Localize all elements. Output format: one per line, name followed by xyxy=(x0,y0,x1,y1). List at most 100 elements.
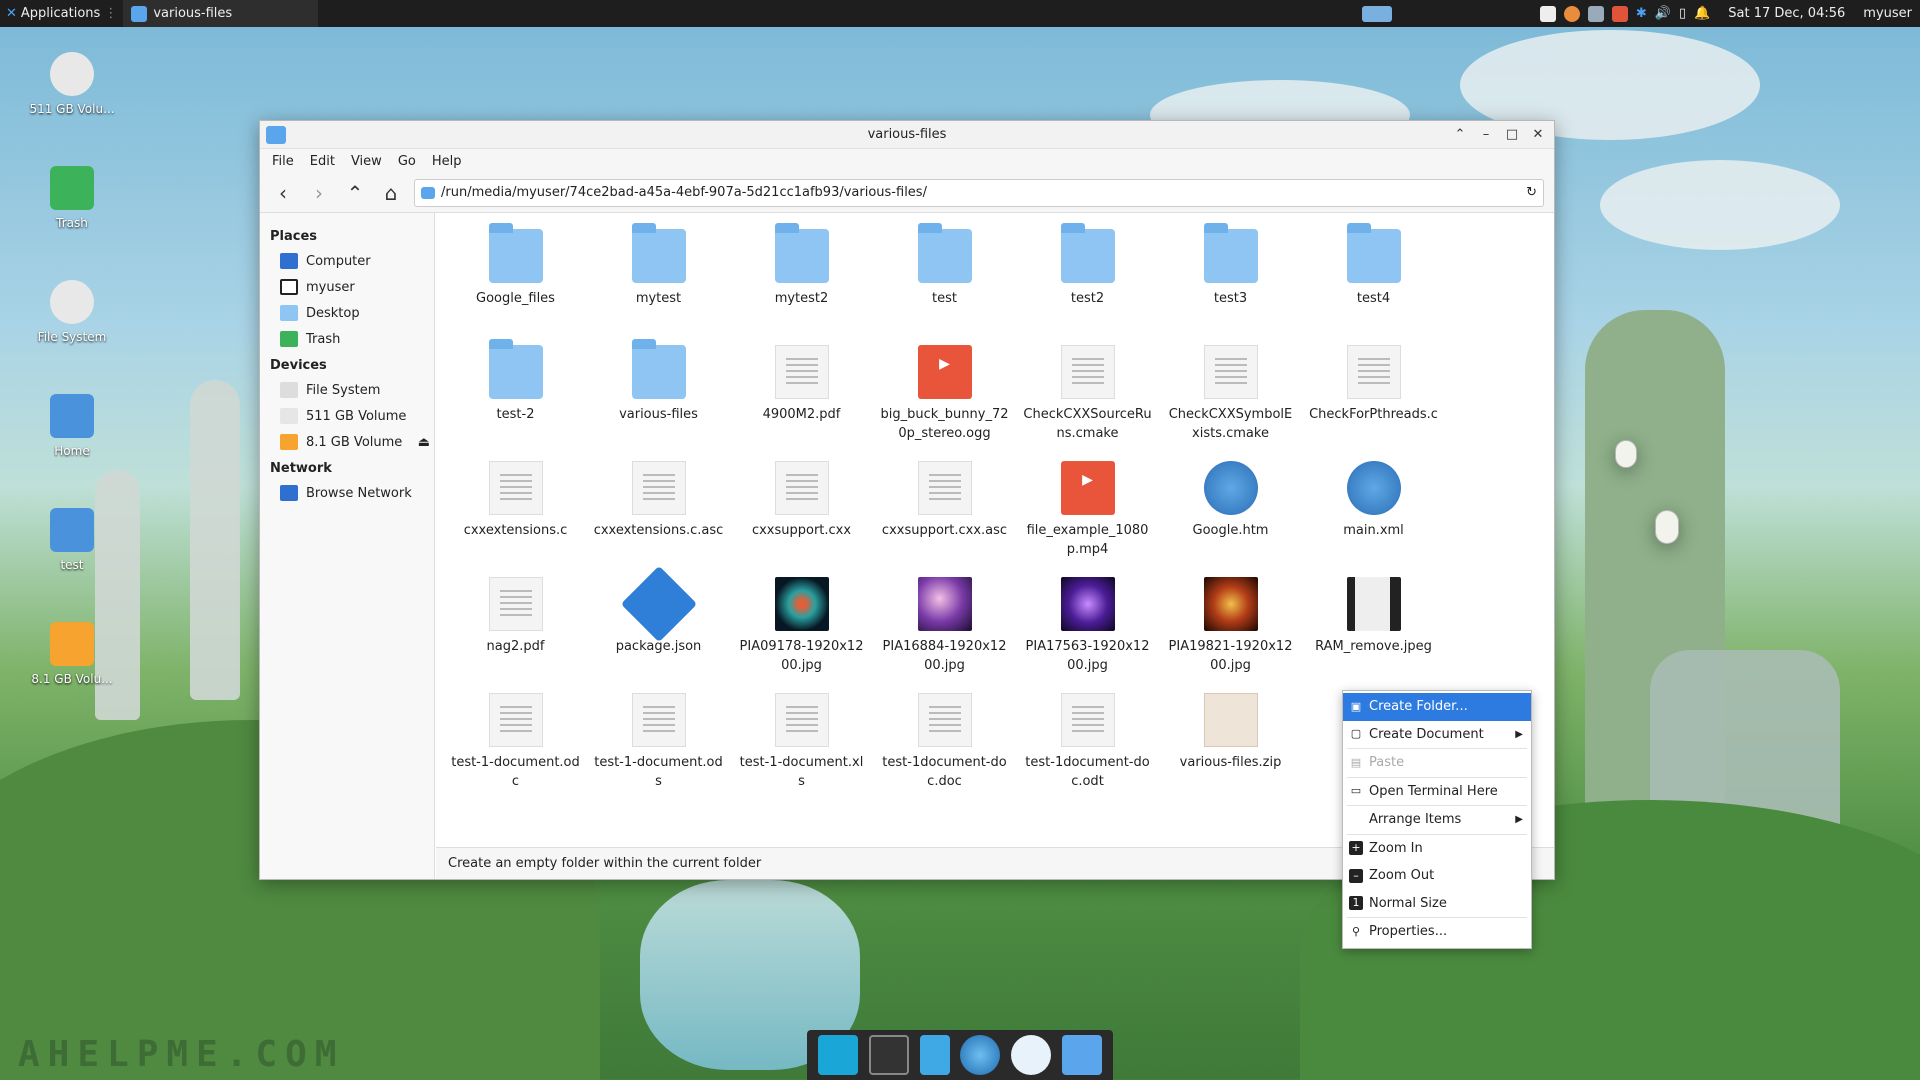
file-item[interactable]: cxxsupport.cxx.asc xyxy=(873,453,1016,569)
desktop-icon-8gb[interactable]: 8.1 GB Volu... xyxy=(22,622,122,686)
home-icon[interactable]: ⌂ xyxy=(378,180,404,206)
file-item[interactable]: package.json xyxy=(587,565,730,685)
file-item[interactable]: nag2.pdf xyxy=(444,569,587,685)
menu-go[interactable]: Go xyxy=(398,154,416,169)
desktop-icon-home[interactable]: Home xyxy=(22,394,122,458)
document-icon xyxy=(774,693,829,747)
file-item[interactable]: test-1document-doc.doc xyxy=(873,685,1016,801)
file-item[interactable]: PIA16884-1920x1200.jpg xyxy=(873,569,1016,685)
clipboard-icon[interactable] xyxy=(1539,5,1556,22)
file-item[interactable]: cxxsupport.cxx xyxy=(730,453,873,569)
file-item[interactable]: various-files.zip xyxy=(1159,685,1302,801)
network-heading: Network xyxy=(270,461,332,476)
menu-item-create-folder[interactable]: ▣ Create Folder... xyxy=(1343,693,1531,721)
menu-view[interactable]: View xyxy=(351,154,382,169)
up-icon[interactable]: ⌃ xyxy=(342,180,368,206)
network-icon[interactable] xyxy=(1587,5,1604,22)
file-item[interactable]: cxxextensions.c xyxy=(444,453,587,569)
reload-icon[interactable]: ↻ xyxy=(1526,185,1537,200)
desktop-icon-test[interactable]: test xyxy=(22,508,122,572)
forward-icon[interactable]: › xyxy=(306,180,332,206)
shade-button[interactable]: ⌃ xyxy=(1452,127,1468,142)
image-thumbnail xyxy=(1203,577,1258,631)
file-item[interactable]: 4900M2.pdf xyxy=(730,337,873,453)
folder-icon xyxy=(917,223,972,283)
desktop-icon-filesystem[interactable]: File System xyxy=(22,280,122,344)
location-bar[interactable]: /run/media/myuser/74ce2bad-a45a-4ebf-907… xyxy=(414,178,1544,207)
eject-icon[interactable]: ⏏ xyxy=(418,435,430,450)
file-item[interactable]: test2 xyxy=(1016,221,1159,337)
bluetooth-icon[interactable]: ✱ xyxy=(1636,6,1647,21)
sidebar-item-computer[interactable]: Computer xyxy=(270,248,434,274)
update-icon[interactable] xyxy=(1563,5,1580,22)
desktop-icon-511gb[interactable]: 511 GB Volu... xyxy=(22,52,122,116)
sidebar-item-8gb[interactable]: 8.1 GB Volume ⏏ xyxy=(270,429,434,455)
file-item[interactable]: CheckCXXSourceRuns.cmake xyxy=(1016,337,1159,453)
sidebar-item-browse-network[interactable]: Browse Network xyxy=(270,480,434,506)
file-item[interactable]: main.xml xyxy=(1302,453,1445,569)
file-item[interactable]: Google.htm xyxy=(1159,453,1302,569)
sidebar-item-trash[interactable]: Trash xyxy=(270,326,434,352)
document-icon xyxy=(1060,693,1115,747)
file-item[interactable]: mytest xyxy=(587,221,730,337)
file-item[interactable]: file_example_1080p.mp4 xyxy=(1016,453,1159,569)
menu-item-zoom-out[interactable]: – Zoom Out xyxy=(1343,862,1531,890)
volume-icon[interactable]: 🔊 xyxy=(1655,6,1671,21)
menu-item-properties[interactable]: ⚲ Properties... xyxy=(1343,918,1531,946)
file-item[interactable]: big_buck_bunny_720p_stereo.ogg xyxy=(873,337,1016,453)
menu-item-normal-size[interactable]: 1 Normal Size xyxy=(1343,890,1531,918)
maximize-button[interactable]: □ xyxy=(1504,127,1520,142)
menu-item-arrange-items[interactable]: Arrange Items ▶ xyxy=(1343,806,1531,834)
sidebar-item-511gb[interactable]: 511 GB Volume xyxy=(270,403,434,429)
back-icon[interactable]: ‹ xyxy=(270,180,296,206)
desktop-icon-trash[interactable]: Trash xyxy=(22,166,122,230)
menu-file[interactable]: File xyxy=(272,154,294,169)
sidebar-item-filesystem[interactable]: File System xyxy=(270,377,434,403)
applications-menu[interactable]: ✕ Applications ⋮ xyxy=(0,0,123,27)
menu-help[interactable]: Help xyxy=(432,154,462,169)
file-item[interactable]: RAM_remove.jpeg xyxy=(1302,569,1445,685)
taskbar-button-various-files[interactable]: various-files xyxy=(123,0,319,27)
menu-item-open-terminal[interactable]: ▭ Open Terminal Here xyxy=(1343,778,1531,806)
menu-edit[interactable]: Edit xyxy=(310,154,335,169)
file-item[interactable]: test-1document-doc.odt xyxy=(1016,685,1159,801)
file-item[interactable]: test-1-document.ods xyxy=(587,685,730,801)
app-finder-icon[interactable] xyxy=(1010,1035,1051,1075)
workspace-switcher-icon[interactable] xyxy=(1361,5,1392,22)
menu-item-paste[interactable]: ▤ Paste xyxy=(1343,749,1531,777)
file-item[interactable]: test-2 xyxy=(444,337,587,453)
clock[interactable]: Sat 17 Dec, 04:56 xyxy=(1728,6,1845,21)
file-item[interactable]: various-files xyxy=(587,337,730,453)
file-item[interactable]: cxxextensions.c.asc xyxy=(587,453,730,569)
terminal-icon[interactable] xyxy=(868,1035,909,1075)
web-browser-icon[interactable] xyxy=(960,1035,1001,1075)
minimize-button[interactable]: – xyxy=(1478,127,1494,142)
file-item[interactable]: mytest2 xyxy=(730,221,873,337)
file-item[interactable]: CheckCXXSymbolExists.cmake xyxy=(1159,337,1302,453)
file-manager-icon[interactable] xyxy=(919,1035,950,1075)
user-menu[interactable]: myuser xyxy=(1863,6,1912,21)
file-item[interactable]: test-1-document.odc xyxy=(444,685,587,801)
file-item[interactable]: test3 xyxy=(1159,221,1302,337)
menu-item-zoom-in[interactable]: + Zoom In xyxy=(1343,835,1531,863)
sidebar-item-myuser[interactable]: myuser xyxy=(270,274,434,300)
folder-icon xyxy=(1346,223,1401,283)
shield-icon[interactable] xyxy=(1611,5,1628,22)
file-item[interactable]: PIA09178-1920x1200.jpg xyxy=(730,569,873,685)
menu-item-create-document[interactable]: ▢ Create Document ▶ xyxy=(1343,721,1531,749)
title-bar[interactable]: various-files ⌃ – □ ✕ xyxy=(260,121,1554,149)
battery-icon[interactable]: ▯ xyxy=(1679,6,1686,21)
sidebar-item-desktop[interactable]: Desktop xyxy=(270,300,434,326)
show-desktop-icon[interactable] xyxy=(818,1035,859,1075)
folder-icon[interactable] xyxy=(1061,1035,1102,1075)
file-item[interactable]: test4 xyxy=(1302,221,1445,337)
file-item[interactable]: test-1-document.xls xyxy=(730,685,873,801)
file-item[interactable]: CheckForPthreads.c xyxy=(1302,337,1445,453)
notification-bell-icon[interactable]: 🔔 xyxy=(1694,6,1710,21)
file-item[interactable]: Google_files xyxy=(444,221,587,337)
close-button[interactable]: ✕ xyxy=(1530,127,1546,142)
paste-icon: ▤ xyxy=(1350,755,1362,769)
file-item[interactable]: PIA19821-1920x1200.jpg xyxy=(1159,569,1302,685)
file-item[interactable]: PIA17563-1920x1200.jpg xyxy=(1016,569,1159,685)
file-item[interactable]: test xyxy=(873,221,1016,337)
